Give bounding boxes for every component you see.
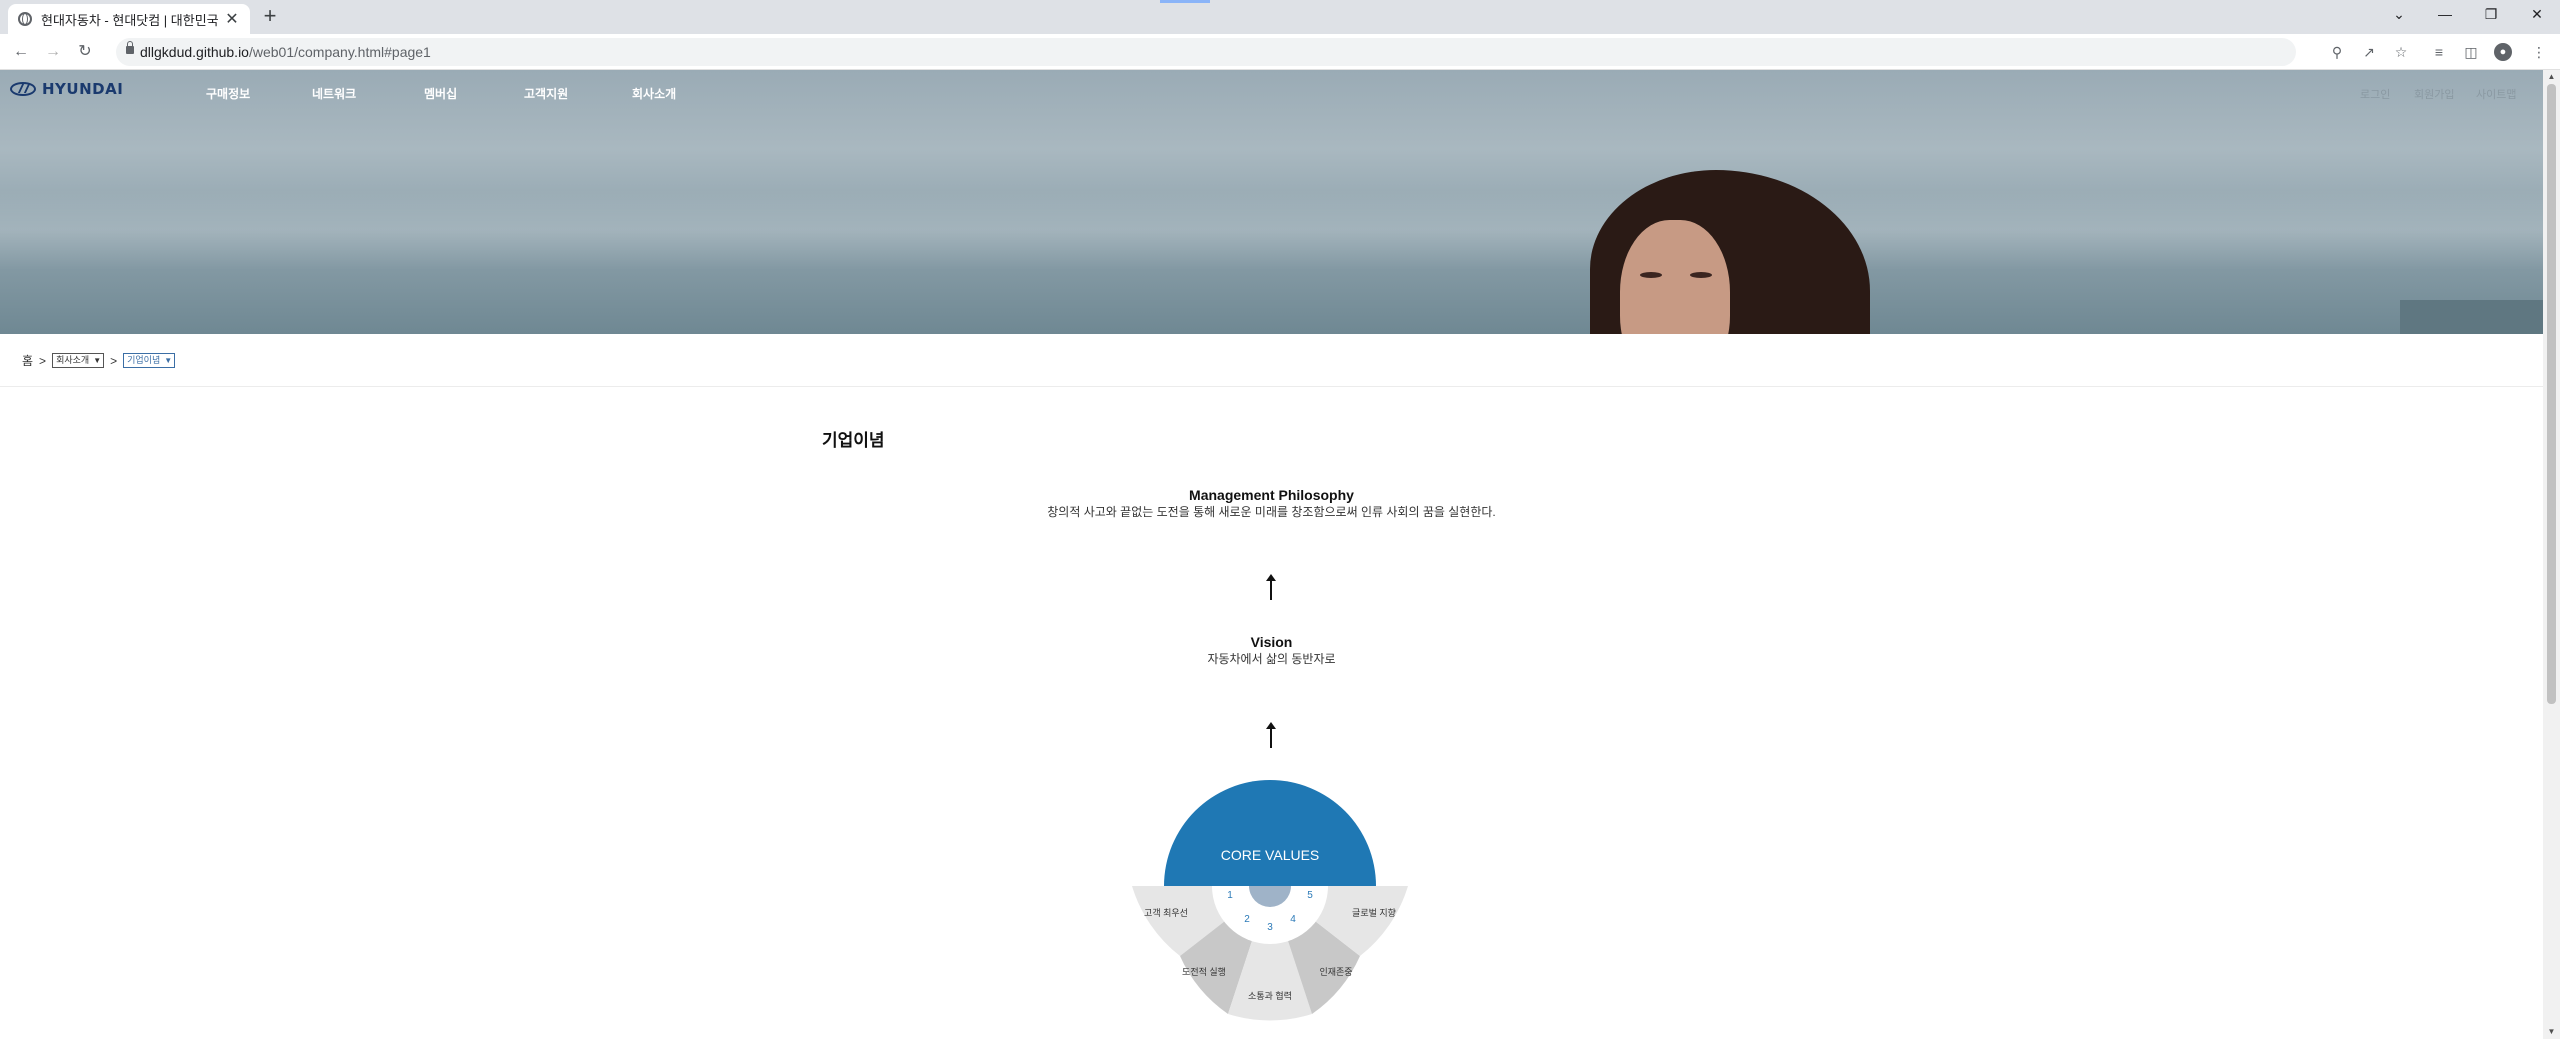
url-host: dllgkdud.github.io xyxy=(140,44,249,60)
page-scrollbar[interactable]: ▲ ▼ xyxy=(2543,70,2560,1039)
up-arrow-icon xyxy=(1266,574,1276,600)
lock-icon xyxy=(126,41,134,54)
scroll-thumb[interactable] xyxy=(2547,84,2556,704)
core-value-number: 4 xyxy=(1290,914,1296,925)
breadcrumb-home[interactable]: 홈 xyxy=(22,352,33,369)
browser-tabstrip: 현대자동차 - 현대닷컴 | 대한민국 ✕ + ⌄ — ❐ ✕ xyxy=(0,0,2560,34)
minimize-button[interactable]: — xyxy=(2422,0,2468,30)
vision-heading: Vision xyxy=(1250,634,1293,650)
new-tab-button[interactable]: + xyxy=(258,5,282,29)
page-viewport: HYUNDAI 구매정보 네트워크 멤버십 고객지원 회사소개 로그인 회원가입… xyxy=(0,70,2543,1039)
hero-car-roof xyxy=(2400,300,2543,334)
hero-eye xyxy=(1640,272,1662,278)
core-values-title: CORE VALUES xyxy=(1221,847,1320,863)
core-value-number: 2 xyxy=(1244,914,1250,925)
breadcrumb: 홈 > 회사소개 ▼ > 기업이념 ▼ xyxy=(22,352,176,369)
breadcrumb-separator: > xyxy=(39,353,47,368)
tab-search-icon[interactable]: ⌄ xyxy=(2376,0,2422,30)
hyundai-h-icon xyxy=(10,82,36,96)
browser-toolbar: ← → ↻ dllgkdud.github.io/web01/company.h… xyxy=(0,34,2560,70)
nav-company[interactable]: 회사소개 xyxy=(632,85,676,102)
nav-support[interactable]: 고객지원 xyxy=(524,85,568,102)
philosophy-block: Management Philosophy 창의적 사고와 끝없는 도전을 통해… xyxy=(0,487,2543,520)
share-icon[interactable]: ↗ xyxy=(2360,43,2378,61)
select-value: 기업이념 xyxy=(127,355,161,365)
sitemap-link[interactable]: 사이트맵 xyxy=(2476,86,2516,102)
reload-icon[interactable]: ↻ xyxy=(74,41,96,63)
login-link[interactable]: 로그인 xyxy=(2360,86,2390,102)
signup-link[interactable]: 회원가입 xyxy=(2414,86,2454,102)
side-panel-icon[interactable]: ◫ xyxy=(2462,43,2480,61)
bookmark-star-icon[interactable]: ☆ xyxy=(2392,43,2410,61)
reading-list-icon[interactable]: ≡ xyxy=(2430,43,2448,61)
zoom-icon[interactable]: ⚲ xyxy=(2328,43,2346,61)
globe-icon xyxy=(18,12,32,26)
profile-avatar-icon[interactable]: ● xyxy=(2494,43,2512,61)
philosophy-heading: Management Philosophy xyxy=(1189,487,1354,503)
page-title: 기업이념 xyxy=(822,431,885,450)
forward-arrow-icon[interactable]: → xyxy=(42,41,64,63)
browser-tab[interactable]: 현대자동차 - 현대닷컴 | 대한민국 ✕ xyxy=(8,4,250,34)
section-divider xyxy=(0,386,2543,387)
vision-text: 자동차에서 삶의 동반자로 xyxy=(1207,652,1336,666)
nav-purchase[interactable]: 구매정보 xyxy=(206,85,250,102)
core-value-number: 5 xyxy=(1307,890,1313,901)
core-value-number: 3 xyxy=(1267,922,1273,933)
hero-banner: HYUNDAI 구매정보 네트워크 멤버십 고객지원 회사소개 로그인 회원가입… xyxy=(0,70,2543,334)
url-path: /web01/company.html#page1 xyxy=(248,44,431,60)
core-values-diagram: CORE VALUES 1 2 3 4 5 고객 최우선 도전적 실행 소통과 … xyxy=(1132,780,1408,1021)
nav-membership[interactable]: 멤버십 xyxy=(424,85,457,102)
tab-close-icon[interactable]: ✕ xyxy=(224,9,240,29)
core-values-dome xyxy=(1164,780,1376,886)
hero-sky-band xyxy=(0,190,2543,270)
core-value-number: 1 xyxy=(1227,890,1233,901)
philosophy-text: 창의적 사고와 끝없는 도전을 통해 새로운 미래를 창조함으로써 인류 사회의… xyxy=(1047,505,1496,519)
back-arrow-icon[interactable]: ← xyxy=(10,41,32,63)
address-bar[interactable]: dllgkdud.github.io/web01/company.html#pa… xyxy=(116,38,2296,66)
close-window-button[interactable]: ✕ xyxy=(2514,0,2560,30)
logo-text: HYUNDAI xyxy=(42,80,124,98)
core-value-label: 도전적 실행 xyxy=(1182,966,1226,977)
breadcrumb-select-company[interactable]: 회사소개 ▼ xyxy=(52,353,105,368)
core-value-label: 고객 최우선 xyxy=(1144,908,1188,918)
hyundai-logo[interactable]: HYUNDAI xyxy=(10,80,123,98)
nav-network[interactable]: 네트워크 xyxy=(312,85,356,102)
vision-block: Vision 자동차에서 삶의 동반자로 xyxy=(0,634,2543,667)
core-value-label: 글로벌 지향 xyxy=(1352,907,1396,918)
chevron-down-icon: ▼ xyxy=(93,356,102,365)
chevron-down-icon: ▼ xyxy=(164,356,173,365)
scroll-down-arrow-icon[interactable]: ▼ xyxy=(2543,1025,2560,1039)
core-value-label: 인재존중 xyxy=(1319,967,1352,977)
up-arrow-icon xyxy=(1266,722,1276,748)
breadcrumb-separator: > xyxy=(110,353,118,368)
select-value: 회사소개 xyxy=(56,355,90,365)
menu-kebab-icon[interactable]: ⋮ xyxy=(2530,43,2548,61)
tab-title: 현대자동차 - 현대닷컴 | 대한민국 xyxy=(41,12,219,28)
hero-eye xyxy=(1690,272,1712,278)
breadcrumb-select-philosophy[interactable]: 기업이념 ▼ xyxy=(123,353,176,368)
core-value-label: 소통과 협력 xyxy=(1248,990,1292,1001)
restore-button[interactable]: ❐ xyxy=(2468,0,2514,30)
tabstrip-accent xyxy=(1160,0,1210,3)
scroll-up-arrow-icon[interactable]: ▲ xyxy=(2543,70,2560,84)
